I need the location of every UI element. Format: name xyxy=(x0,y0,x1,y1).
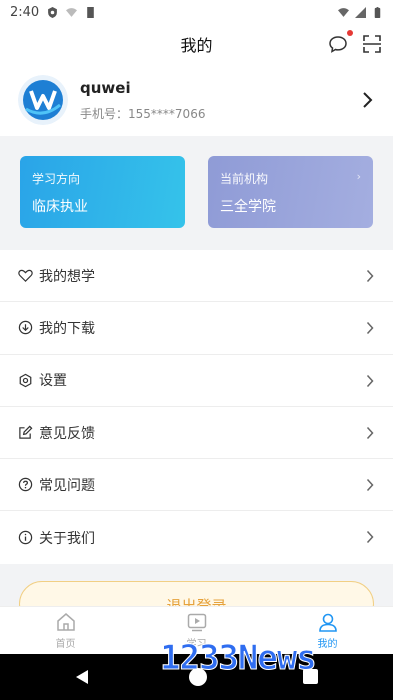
phone-label: 手机号： xyxy=(80,106,129,121)
chevron-right-icon xyxy=(363,92,373,108)
avatar xyxy=(18,75,68,125)
menu-item-wishlist[interactable]: 我的想学 xyxy=(0,250,393,303)
wifi-icon xyxy=(338,7,349,17)
download-icon xyxy=(18,321,33,335)
menu-item-label: 设置 xyxy=(39,373,67,390)
chevron-right-icon: › xyxy=(356,170,361,183)
battery-icon xyxy=(374,6,381,18)
study-direction-card[interactable]: 学习方向 临床执业 xyxy=(20,156,185,228)
question-icon xyxy=(18,478,33,492)
study-direction-label: 学习方向 xyxy=(32,172,81,186)
chevron-right-icon xyxy=(366,479,374,492)
menu-item-label: 意见反馈 xyxy=(39,425,95,442)
menu-item-downloads[interactable]: 我的下载 xyxy=(0,302,393,355)
menu-item-settings[interactable]: 设置 xyxy=(0,355,393,407)
back-icon[interactable] xyxy=(73,668,91,686)
study-direction-value: 临床执业 xyxy=(32,199,88,215)
avatar-logo-icon xyxy=(18,75,68,125)
menu-item-label: 常见问题 xyxy=(39,477,95,494)
play-icon xyxy=(187,613,206,632)
tab-label: 我的 xyxy=(317,639,338,650)
current-org-card[interactable]: 当前机构 三全学院 › xyxy=(208,156,373,228)
home-icon xyxy=(56,613,75,631)
page-title: 我的 xyxy=(180,36,213,55)
chevron-right-icon xyxy=(366,374,374,387)
wifi-off-icon xyxy=(66,7,78,17)
scan-icon[interactable] xyxy=(361,33,383,55)
signal-icon xyxy=(355,6,366,18)
current-org-value: 三全学院 xyxy=(220,199,276,215)
info-icon xyxy=(18,530,33,545)
menu-list: 我的想学 我的下载 设置 意见反馈 常见问题 关于我们 xyxy=(0,250,393,564)
feedback-icon xyxy=(19,425,33,439)
heart-icon xyxy=(18,269,33,283)
chevron-right-icon xyxy=(366,322,374,335)
chevron-right-icon xyxy=(366,269,374,283)
tab-label: 首页 xyxy=(55,639,76,650)
app-screen: 2:40 我的 quwei 手机号：155****7066 学习方向 临床执业 … xyxy=(0,0,393,700)
watermark: 1233News xyxy=(160,638,318,679)
notification-dot xyxy=(347,30,353,36)
user-phone: 手机号：155****7066 xyxy=(80,105,205,122)
message-icon[interactable] xyxy=(327,33,349,55)
chevron-right-icon xyxy=(366,426,374,439)
shield-icon xyxy=(48,6,58,18)
logout-section: 退出登录 xyxy=(0,564,393,627)
menu-item-about[interactable]: 关于我们 xyxy=(0,511,393,563)
phone-number: 155****7066 xyxy=(128,106,206,121)
settings-icon xyxy=(19,373,32,388)
profile-info: quwei 手机号：155****7066 xyxy=(80,79,205,122)
tab-home[interactable]: 首页 xyxy=(0,607,131,654)
sd-card-icon xyxy=(87,6,95,18)
current-org-label: 当前机构 xyxy=(220,172,269,186)
chevron-right-icon xyxy=(366,531,374,544)
status-bar: 2:40 xyxy=(0,0,393,24)
menu-item-label: 我的想学 xyxy=(39,268,95,285)
profile-row[interactable]: quwei 手机号：155****7066 xyxy=(0,64,393,136)
menu-item-label: 我的下载 xyxy=(39,320,95,337)
user-name: quwei xyxy=(80,78,131,97)
menu-item-faq[interactable]: 常见问题 xyxy=(0,459,393,512)
cards-section: 学习方向 临床执业 当前机构 三全学院 › xyxy=(0,136,393,250)
menu-item-feedback[interactable]: 意见反馈 xyxy=(0,407,393,460)
menu-item-label: 关于我们 xyxy=(39,530,95,547)
status-time: 2:40 xyxy=(10,4,40,20)
top-header: 我的 xyxy=(0,24,393,64)
user-icon xyxy=(318,613,337,632)
